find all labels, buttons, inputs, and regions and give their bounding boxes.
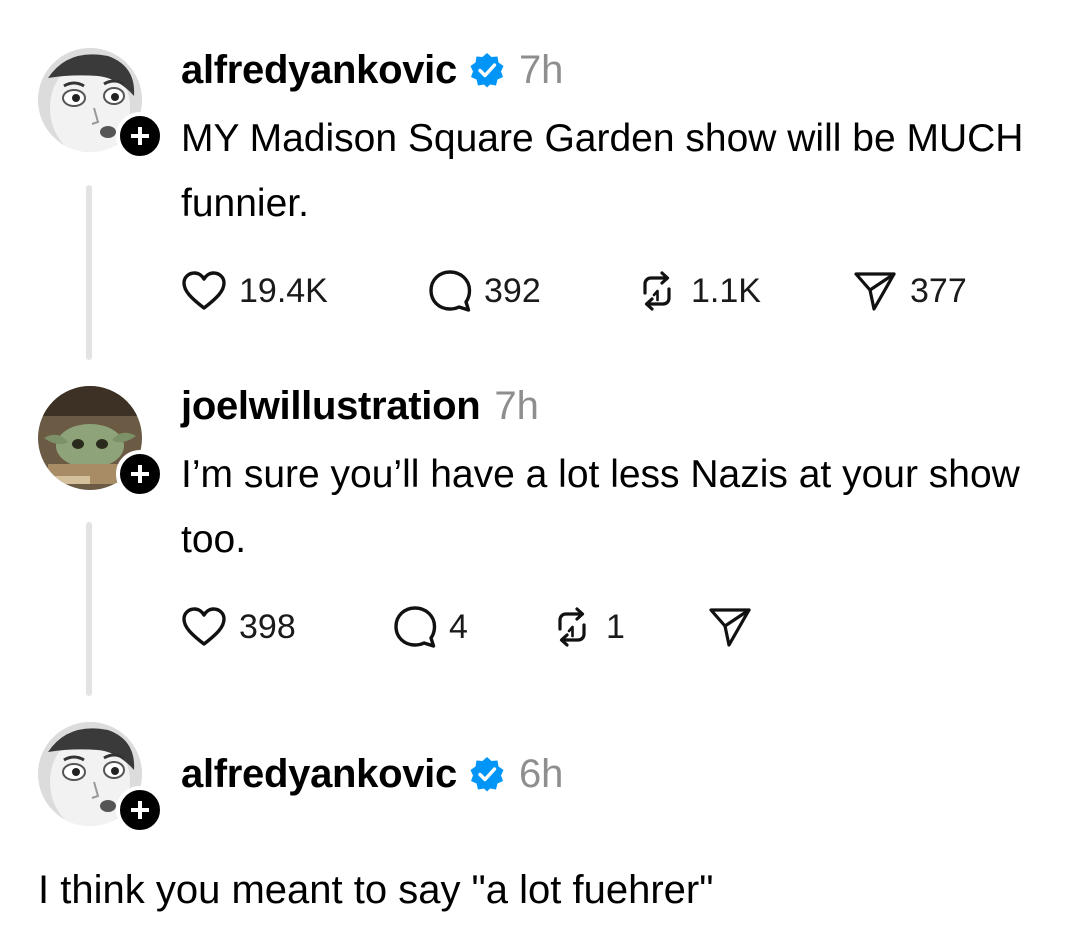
post-header: alfredyankovic 7h <box>181 46 563 94</box>
timestamp: 7h <box>494 384 539 428</box>
reply-count: 392 <box>484 271 541 310</box>
thread-line <box>86 185 92 360</box>
reply-button[interactable]: 392 <box>428 269 635 313</box>
like-button[interactable]: 19.4K <box>181 270 428 312</box>
repost-arrows-icon <box>643 271 671 311</box>
like-count: 19.4K <box>239 271 328 310</box>
reply-count: 4 <box>449 607 468 646</box>
follow-button[interactable] <box>116 450 164 498</box>
like-button[interactable]: 398 <box>181 606 393 648</box>
send-paper-plane-icon <box>854 272 896 311</box>
post-text: I think you meant to say "a lot fuehrer" <box>38 868 714 912</box>
send-paper-plane-icon <box>709 608 751 647</box>
repost-button[interactable]: 1 <box>550 605 707 649</box>
username[interactable]: joelwillustration <box>181 382 481 430</box>
comment-bubble-icon <box>429 270 472 312</box>
username[interactable]: alfredyankovic <box>181 46 457 94</box>
plus-icon <box>131 465 149 483</box>
repost-button[interactable]: 1.1K <box>635 269 852 313</box>
timestamp: 7h <box>518 48 564 92</box>
repost-count: 1 <box>606 607 625 646</box>
post-text: I’m sure you’ll have a lot less Nazis at… <box>181 453 1020 561</box>
username[interactable]: alfredyankovic <box>181 750 457 798</box>
post-header: alfredyankovic 6h <box>181 750 563 798</box>
verified-badge-icon <box>469 52 505 88</box>
thread-line <box>86 522 92 696</box>
timestamp: 6h <box>518 752 564 796</box>
heart-icon <box>182 271 226 310</box>
share-button[interactable] <box>707 605 753 649</box>
avatar-joelwillustration[interactable] <box>38 386 164 498</box>
share-button[interactable]: 377 <box>852 269 967 313</box>
action-bar: 398 4 1 <box>181 602 753 652</box>
action-bar: 19.4K 392 1.1K 377 <box>181 266 967 316</box>
verified-badge-icon <box>469 756 505 792</box>
share-count: 377 <box>910 271 967 310</box>
avatar-alfredyankovic-1[interactable] <box>38 48 164 160</box>
plus-icon <box>131 801 149 819</box>
post-text: MY Madison Square Garden show will be MU… <box>181 117 1024 225</box>
repost-arrows-icon <box>558 607 586 647</box>
heart-icon <box>182 607 226 646</box>
follow-button[interactable] <box>116 786 164 834</box>
like-count: 398 <box>239 607 296 646</box>
repost-count: 1.1K <box>691 271 761 310</box>
comment-bubble-icon <box>394 606 437 648</box>
avatar-alfredyankovic-2[interactable] <box>38 722 164 834</box>
reply-button[interactable]: 4 <box>393 605 550 649</box>
follow-button[interactable] <box>116 112 164 160</box>
post-header: joelwillustration 7h <box>181 382 539 430</box>
plus-icon <box>131 127 149 145</box>
